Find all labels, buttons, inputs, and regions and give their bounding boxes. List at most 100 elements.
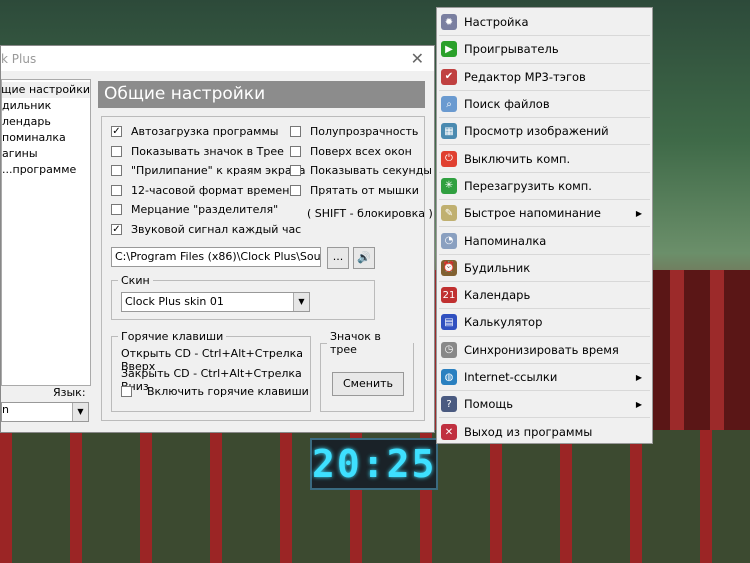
general-settings-group: ( SHIFT - блокировка ) C:\Program Files … xyxy=(101,116,433,421)
close-icon[interactable]: ✕ xyxy=(411,49,424,68)
checkbox-box[interactable] xyxy=(290,145,301,157)
tray-icon-group: Значок в трее Сменить xyxy=(320,330,414,412)
language-select[interactable]: n ▼ xyxy=(1,402,89,422)
setting-checkbox[interactable]: Мерцание "разделителя" xyxy=(111,203,278,216)
checkbox-box[interactable] xyxy=(290,126,301,137)
menu-item-label: Проигрыватель xyxy=(464,42,559,57)
menu-item[interactable]: ? Помощь ▶ xyxy=(439,391,650,419)
menu-item[interactable]: ✎ Быстрое напоминание ▶ xyxy=(439,200,650,228)
nav-item[interactable]: агины xyxy=(2,146,90,162)
skin-group: Скин Clock Plus skin 01 ▼ xyxy=(111,274,375,320)
submenu-arrow-icon: ▶ xyxy=(635,372,642,382)
nav-item[interactable]: щие настройки xyxy=(2,82,90,98)
note-icon: ✎ xyxy=(441,205,457,222)
menu-item[interactable]: ◷ Синхронизировать время xyxy=(439,337,650,364)
tray-context-menu: ✹ Настройка ▶ Проигрыватель ✔ Редактор MP3-тэ… xyxy=(436,7,653,444)
settings-nav-list[interactable]: щие настройки дильник лендарь поминалка агин… xyxy=(1,79,91,386)
menu-item-label: Калькулятор xyxy=(464,315,543,330)
menu-item-label: Настройка xyxy=(464,15,529,30)
checkbox-box[interactable] xyxy=(111,204,122,215)
checkbox-label: Показывать секунды xyxy=(310,164,432,177)
change-tray-icon-button[interactable]: Сменить xyxy=(332,372,404,396)
desktop-clock: 20:25 xyxy=(310,438,438,490)
skin-legend: Скин xyxy=(121,274,150,287)
help-icon: ? xyxy=(441,396,457,413)
setting-checkbox[interactable]: ✓ Звуковой сигнал каждый час xyxy=(111,223,301,236)
menu-item[interactable]: ▦ Просмотр изображений xyxy=(439,118,650,146)
exit-icon: ✕ xyxy=(441,424,457,441)
menu-item-label: Редактор MP3-тэгов xyxy=(464,69,586,84)
checkbox-label: Показывать значок в Трее xyxy=(131,144,284,158)
checkbox-box[interactable] xyxy=(111,184,122,196)
checkbox-box[interactable]: ✓ xyxy=(111,126,122,137)
title-bar[interactable]: k Plus ✕ xyxy=(1,46,434,71)
menu-item[interactable]: ✹ Настройка xyxy=(439,9,650,37)
check-tag-icon: ✔ xyxy=(441,68,457,85)
menu-item-label: Internet-ссылки xyxy=(464,370,558,384)
chevron-down-icon[interactable]: ▼ xyxy=(293,293,309,311)
skin-select[interactable]: Clock Plus skin 01 ▼ xyxy=(121,292,310,312)
power-icon: ⏻ xyxy=(441,150,457,167)
clock-icon: ◷ xyxy=(441,341,457,358)
menu-item[interactable]: ◔ Напоминалка xyxy=(439,227,650,255)
checkbox-box[interactable] xyxy=(290,165,301,176)
menu-item-label: Напоминалка xyxy=(464,233,547,248)
menu-item[interactable]: ⏰ Будильник xyxy=(439,255,650,282)
window-title: k Plus xyxy=(1,51,37,66)
menu-item-label: Просмотр изображений xyxy=(464,124,609,139)
enable-hotkeys-checkbox[interactable]: Включить горячие клавиши xyxy=(121,385,309,398)
browse-button[interactable]: ... xyxy=(327,247,349,269)
menu-item[interactable]: ▶ Проигрыватель xyxy=(439,36,650,64)
nav-item[interactable]: лендарь xyxy=(2,114,90,130)
menu-item[interactable]: ⏻ Выключить комп. xyxy=(439,145,650,173)
checkbox-label: Прятать от мышки xyxy=(310,183,419,197)
nav-item[interactable]: дильник xyxy=(2,98,90,114)
setting-checkbox[interactable]: Показывать значок в Трее xyxy=(111,145,284,158)
hotkeys-legend: Горячие клавиши xyxy=(121,330,224,343)
menu-item[interactable]: ▤ Калькулятор xyxy=(439,309,650,337)
chevron-down-icon[interactable]: ▼ xyxy=(72,403,88,421)
menu-item-label: Перезагрузить комп. xyxy=(464,178,592,193)
setting-checkbox[interactable]: Полупрозрачность xyxy=(290,125,418,138)
checkbox-label: Поверх всех окон xyxy=(310,144,412,158)
reminder-icon: ◔ xyxy=(441,232,457,249)
checkbox-label: Автозагрузка программы xyxy=(131,125,279,138)
menu-item[interactable]: ⌕ Поиск файлов xyxy=(439,91,650,119)
nav-item[interactable]: поминалка xyxy=(2,130,90,146)
checkbox-box[interactable]: ✓ xyxy=(111,223,122,235)
checkbox-box[interactable] xyxy=(111,145,122,157)
play-sound-button[interactable]: 🔊 xyxy=(353,247,375,269)
language-label: Язык: xyxy=(53,386,86,399)
submenu-arrow-icon: ▶ xyxy=(635,399,642,409)
checkbox-box[interactable] xyxy=(111,165,122,176)
menu-item[interactable]: 21 Календарь xyxy=(439,282,650,310)
play-icon: ▶ xyxy=(441,41,457,58)
menu-item[interactable]: ✕ Выход из программы xyxy=(439,418,650,445)
calendar-icon: 21 xyxy=(441,287,457,304)
setting-checkbox[interactable]: Прятать от мышки xyxy=(290,184,419,197)
checkbox-box[interactable] xyxy=(121,386,132,397)
checkbox-label: Полупрозрачность xyxy=(310,125,419,138)
globe-icon: ◍ xyxy=(441,369,457,385)
menu-item-label: Выход из программы xyxy=(464,425,593,440)
menu-item-label: Синхронизировать время xyxy=(464,342,619,357)
checkbox-box[interactable] xyxy=(290,184,301,196)
setting-checkbox[interactable]: Показывать секунды xyxy=(290,164,432,177)
menu-item[interactable]: ✔ Редактор MP3-тэгов xyxy=(439,64,650,91)
setting-checkbox[interactable]: 12-часовой формат времени xyxy=(111,184,297,197)
nav-item[interactable]: программе... xyxy=(2,162,90,178)
submenu-arrow-icon: ▶ xyxy=(635,208,642,218)
speaker-icon: 🔊 xyxy=(357,251,371,264)
hotkeys-group: Горячие клавиши Открыть CD - Ctrl+Alt+Ст… xyxy=(111,330,311,412)
menu-item-label: Помощь xyxy=(464,397,514,412)
sound-path-input[interactable]: C:\Program Files (x86)\Clock Plus\Sounds… xyxy=(111,247,321,267)
restart-icon: ✳ xyxy=(441,177,457,194)
setting-checkbox[interactable]: ✓ Автозагрузка программы xyxy=(111,125,278,138)
menu-item[interactable]: ◍ Internet-ссылки ▶ xyxy=(439,364,650,392)
menu-item[interactable]: ✳ Перезагрузить комп. xyxy=(439,173,650,201)
menu-item-label: Будильник xyxy=(464,260,531,275)
setting-checkbox[interactable]: "Прилипание" к краям экрана xyxy=(111,164,306,177)
checkbox-label: Звуковой сигнал каждый час xyxy=(131,222,302,236)
menu-item-label: Поиск файлов xyxy=(464,97,550,112)
setting-checkbox[interactable]: Поверх всех окон xyxy=(290,145,412,158)
